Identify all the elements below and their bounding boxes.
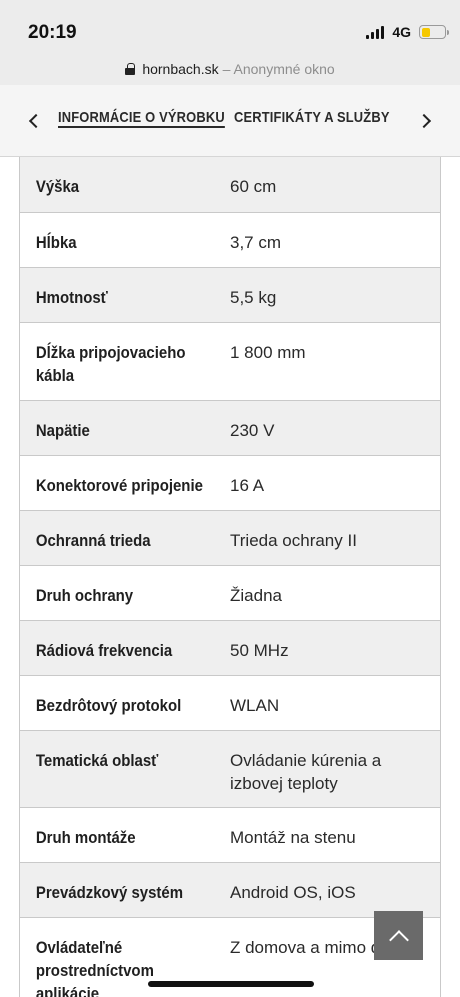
spec-value: 50 MHz <box>230 641 289 660</box>
status-indicators: 4G <box>366 24 449 40</box>
chevron-right-icon <box>416 113 432 129</box>
spec-label: Prevádzkový systém <box>35 883 184 902</box>
spec-value: Ovládanie kúrenia a izbovej teploty <box>230 751 382 793</box>
url-domain: hornbach.sk <box>142 60 219 77</box>
spec-row: Druh ochrany Žiadna <box>20 566 440 621</box>
spec-row: Dĺžka pripojovacieho kábla 1 800 mm <box>20 323 440 401</box>
home-indicator[interactable] <box>148 981 314 987</box>
spec-value: 1 800 mm <box>230 343 306 362</box>
spec-row: Druh montáže Montáž na stenu <box>20 808 440 863</box>
spec-row: Napätie 230 V <box>20 401 440 456</box>
spec-label: Hĺbka <box>35 233 77 252</box>
spec-row: Ochranná trieda Trieda ochrany II <box>20 511 440 566</box>
spec-label: Konektorové pripojenie <box>35 476 203 495</box>
product-tabs: INFORMÁCIE O VÝROBKU CERTIFIKÁTY A SLUŽB… <box>0 85 460 157</box>
spec-label: Ochranná trieda <box>35 531 151 550</box>
spec-row: Hmotnosť 5,5 kg <box>20 268 440 323</box>
spec-label: Druh ochrany <box>35 586 134 605</box>
tab-certificates-services[interactable]: CERTIFIKÁTY A SLUŽBY <box>234 109 390 126</box>
spec-row: Konektorové pripojenie 16 A <box>20 456 440 511</box>
spec-row: Hĺbka 3,7 cm <box>20 213 440 268</box>
spec-label: Výška <box>35 177 80 196</box>
spec-value: 230 V <box>230 421 275 440</box>
chevron-up-icon <box>388 929 409 950</box>
specification-table: Výška 60 cm Hĺbka 3,7 cm Hmotnosť 5,5 kg… <box>19 157 441 997</box>
spec-label: Napätie <box>35 421 90 440</box>
spec-value: 5,5 kg <box>230 288 277 307</box>
chevron-left-icon <box>28 113 44 129</box>
spec-label: Hmotnosť <box>35 288 108 307</box>
signal-icon <box>366 25 385 39</box>
spec-row: Výška 60 cm <box>20 157 440 213</box>
spec-label: Druh montáže <box>35 828 136 847</box>
spec-row: Tematická oblasť Ovládanie kúrenia a izb… <box>20 731 440 808</box>
spec-label: Bezdrôtový protokol <box>35 696 182 715</box>
address-bar[interactable]: hornbach.sk – Anonymné okno <box>0 52 460 85</box>
tabs-prev-button[interactable] <box>20 107 48 135</box>
status-bar: 20:19 4G <box>0 0 460 52</box>
spec-value: WLAN <box>230 696 280 715</box>
spec-label: Rádiová frekvencia <box>35 641 173 660</box>
spec-value: Android OS, iOS <box>230 883 356 902</box>
spec-row: Prevádzkový systém Android OS, iOS <box>20 863 440 918</box>
network-type: 4G <box>392 24 411 40</box>
battery-icon <box>419 25 449 39</box>
scroll-to-top-button[interactable] <box>374 911 423 960</box>
spec-row: Bezdrôtový protokol WLAN <box>20 676 440 731</box>
spec-row: Rádiová frekvencia 50 MHz <box>20 621 440 676</box>
lock-icon <box>125 62 136 75</box>
tabs-next-button[interactable] <box>412 107 440 135</box>
status-time: 20:19 <box>28 22 77 43</box>
tab-product-info[interactable]: INFORMÁCIE O VÝROBKU <box>58 109 225 126</box>
spec-value: 16 A <box>230 476 265 495</box>
spec-label: Tematická oblasť <box>35 751 159 770</box>
spec-value: Trieda ochrany II <box>230 531 357 550</box>
spec-label: Dĺžka pripojovacieho kábla <box>35 343 186 385</box>
battery-fill <box>421 27 430 37</box>
spec-value: 60 cm <box>230 177 277 196</box>
spec-value: 3,7 cm <box>230 233 282 252</box>
spec-value: Žiadna <box>230 586 282 605</box>
private-mode-label: – Anonymné okno <box>222 60 335 77</box>
spec-value: Montáž na stenu <box>230 828 356 847</box>
